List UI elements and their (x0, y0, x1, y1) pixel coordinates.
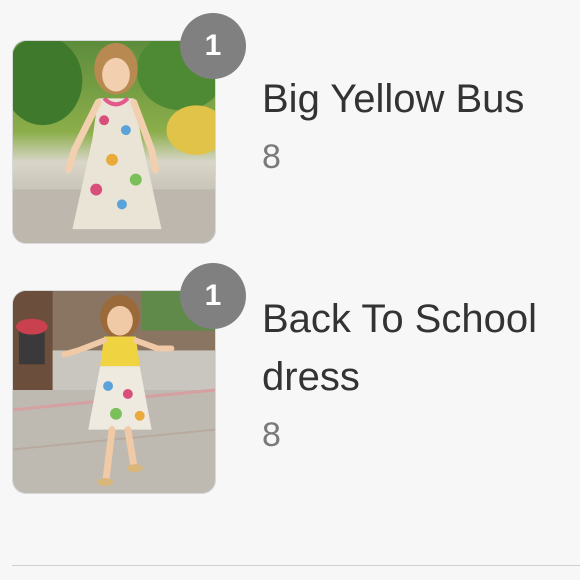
board-pin-count: 8 (262, 416, 281, 454)
board-info: Big Yellow Bus 8 (262, 70, 580, 182)
board-list-item[interactable]: 1 Back To School dress 8 (0, 260, 580, 510)
pin-count-badge: 1 (180, 263, 246, 329)
pin-count-badge: 1 (180, 13, 246, 79)
thumbnail-container[interactable]: 1 (12, 13, 246, 244)
board-pin-count: 8 (262, 138, 281, 176)
thumbnail-container[interactable]: 1 (12, 263, 246, 494)
photo-girl-floral-dress-icon (13, 41, 215, 243)
list-divider (12, 565, 580, 566)
board-info: Back To School dress 8 (262, 290, 580, 460)
board-title[interactable]: Back To School dress (262, 290, 580, 406)
board-list-item[interactable]: 1 Big Yellow Bus 8 (0, 0, 580, 260)
board-thumbnail-image[interactable] (12, 40, 216, 244)
photo-girl-yellow-dress-icon (13, 291, 215, 493)
board-thumbnail-image[interactable] (12, 290, 216, 494)
board-list: 1 Big Yellow Bus 8 1 Back To School dres… (0, 0, 580, 580)
board-title[interactable]: Big Yellow Bus (262, 70, 580, 128)
